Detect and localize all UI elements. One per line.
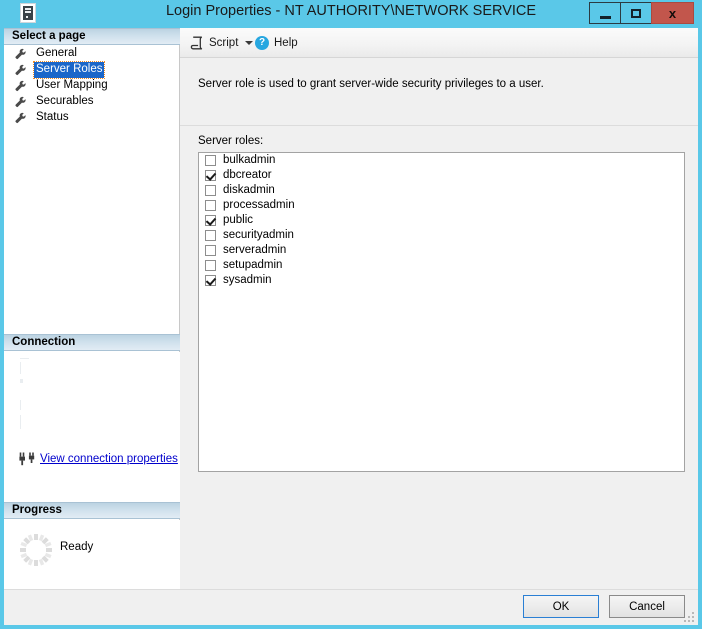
connection-label: Connection — [12, 336, 76, 348]
role-checkbox[interactable] — [205, 155, 216, 166]
role-checkbox[interactable] — [205, 230, 216, 241]
minimize-button[interactable] — [589, 2, 621, 24]
select-a-page-label: Select a page — [12, 30, 86, 42]
panel-body: Server role is used to grant server-wide… — [180, 59, 698, 589]
resize-grip[interactable] — [684, 612, 696, 624]
role-label: dbcreator — [223, 169, 272, 181]
cancel-button[interactable]: Cancel — [609, 595, 685, 618]
wrench-icon — [15, 48, 26, 60]
role-label: securityadmin — [223, 229, 294, 241]
role-label: public — [223, 214, 254, 226]
role-checkbox[interactable] — [205, 215, 216, 226]
role-checkbox[interactable] — [205, 170, 216, 181]
title-bar[interactable]: Login Properties - NT AUTHORITY\NETWORK … — [0, 0, 702, 28]
sidebar-item-label: General — [36, 47, 77, 59]
server-roles-listbox[interactable]: bulkadmin dbcreator diskadmin processadm… — [198, 152, 685, 472]
role-checkbox[interactable] — [205, 245, 216, 256]
role-label: setupadmin — [223, 259, 283, 271]
list-item[interactable]: setupadmin — [199, 258, 684, 273]
role-checkbox[interactable] — [205, 185, 216, 196]
help-label: Help — [274, 36, 298, 49]
dialog-client-area: Select a page General Server Roles User … — [4, 28, 698, 589]
close-button[interactable]: x — [651, 2, 694, 24]
close-icon: x — [668, 5, 677, 21]
select-a-page-header: Select a page — [4, 28, 180, 45]
list-item[interactable]: dbcreator — [199, 168, 684, 183]
list-item[interactable]: sysadmin — [199, 273, 684, 288]
sidebar-item-label: User Mapping — [36, 79, 108, 91]
plug-icon — [19, 452, 35, 466]
role-label: serveradmin — [223, 244, 287, 256]
script-label: Script — [209, 36, 239, 49]
dialog-footer: OK Cancel — [4, 589, 698, 625]
connection-body: View connection properties — [4, 352, 180, 502]
list-item[interactable]: bulkadmin — [199, 153, 684, 168]
list-item[interactable]: serveradmin — [199, 243, 684, 258]
divider — [180, 125, 698, 126]
role-label: diskadmin — [223, 184, 275, 196]
script-icon — [190, 36, 203, 49]
sidebar-item-general[interactable]: General — [14, 46, 180, 62]
role-label: sysadmin — [223, 274, 272, 286]
script-button[interactable]: Script — [186, 32, 257, 53]
help-button[interactable]: ? Help — [255, 32, 298, 53]
sidebar-item-server-roles[interactable]: Server Roles — [14, 61, 180, 79]
role-label: bulkadmin — [223, 154, 276, 166]
sidebar-item-label: Status — [36, 111, 69, 123]
description-text: Server role is used to grant server-wide… — [198, 78, 544, 90]
wrench-icon — [15, 96, 26, 108]
progress-label: Progress — [12, 504, 62, 516]
connection-header: Connection — [4, 334, 180, 351]
role-checkbox[interactable] — [205, 200, 216, 211]
wrench-icon — [15, 112, 26, 124]
role-checkbox[interactable] — [205, 275, 216, 286]
list-item[interactable]: processadmin — [199, 198, 684, 213]
progress-status: Ready — [60, 541, 94, 553]
wrench-icon — [15, 64, 26, 76]
server-roles-label: Server roles: — [198, 135, 264, 147]
list-item[interactable]: public — [199, 213, 684, 228]
wrench-icon — [15, 80, 26, 92]
toolbar: Script ? Help — [180, 28, 698, 58]
view-connection-properties-link[interactable]: View connection properties — [40, 453, 178, 465]
main-panel: Script ? Help Server role is used to gra… — [180, 28, 698, 589]
role-label: processadmin — [223, 199, 295, 211]
list-item[interactable]: securityadmin — [199, 228, 684, 243]
progress-header: Progress — [4, 502, 180, 519]
sidebar-item-label: Securables — [36, 95, 94, 107]
spinner-icon — [20, 534, 52, 566]
progress-body: Ready — [4, 520, 180, 589]
sidebar-item-label: Server Roles — [32, 61, 106, 79]
sidebar: Select a page General Server Roles User … — [4, 28, 180, 589]
sidebar-item-status[interactable]: Status — [14, 110, 180, 126]
sidebar-item-user-mapping[interactable]: User Mapping — [14, 78, 180, 94]
chevron-down-icon[interactable] — [245, 40, 254, 45]
sidebar-item-securables[interactable]: Securables — [14, 94, 180, 110]
ok-button[interactable]: OK — [523, 595, 599, 618]
list-item[interactable]: diskadmin — [199, 183, 684, 198]
page-list: General Server Roles User Mapping Secura… — [4, 46, 180, 126]
role-checkbox[interactable] — [205, 260, 216, 271]
maximize-button[interactable] — [620, 2, 652, 24]
login-properties-dialog: Login Properties - NT AUTHORITY\NETWORK … — [0, 0, 702, 629]
help-circle-icon: ? — [255, 35, 269, 50]
